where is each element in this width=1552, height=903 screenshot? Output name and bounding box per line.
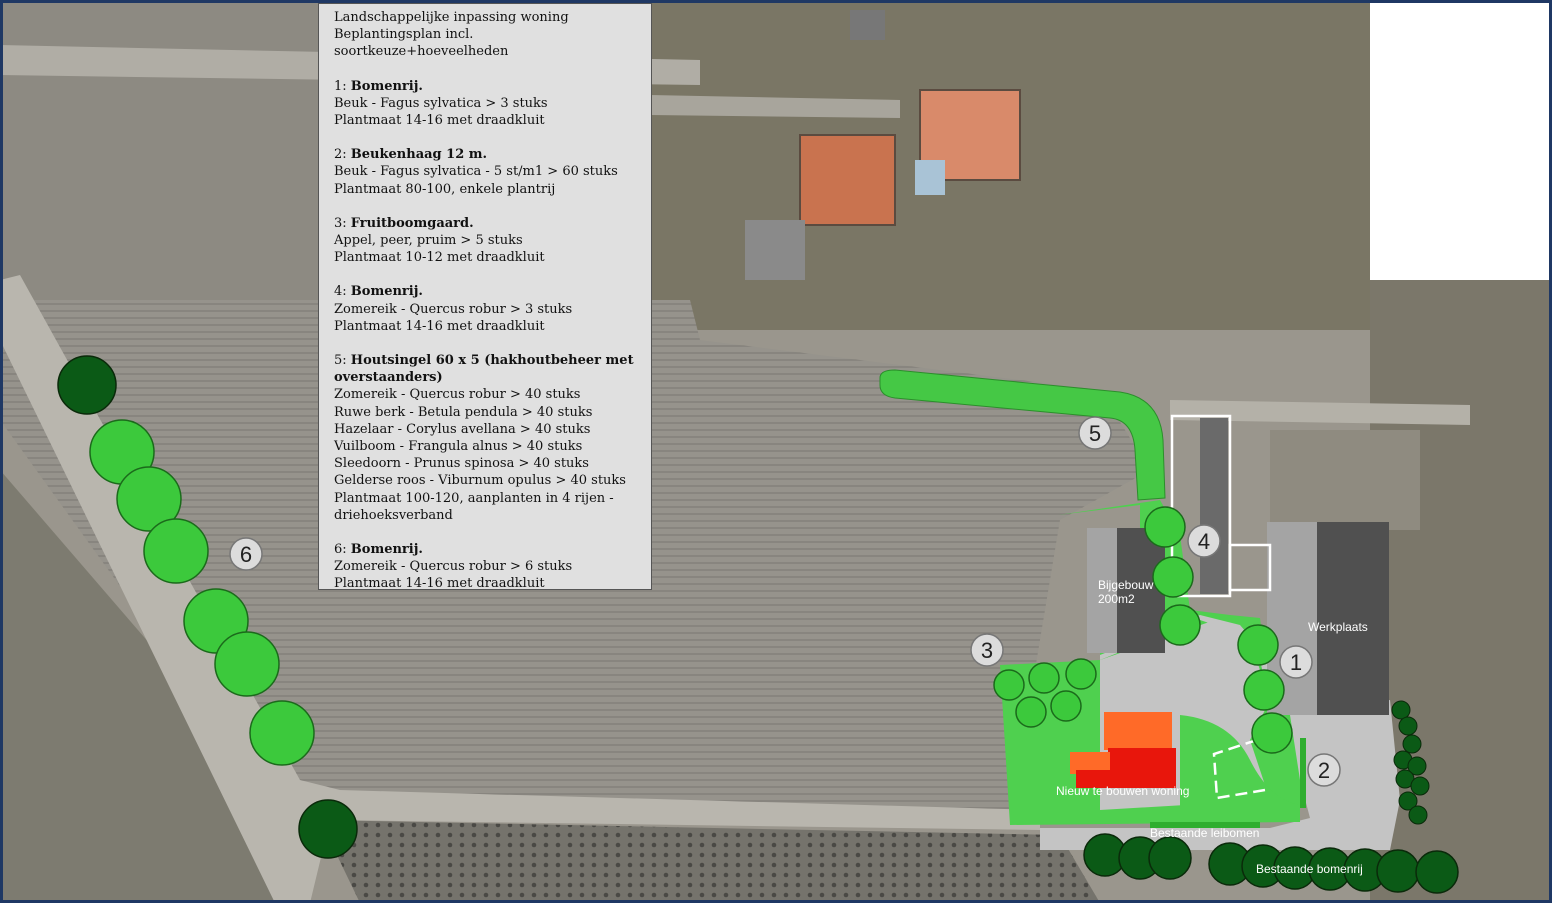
marker-2: 2 xyxy=(1307,753,1341,787)
existing-tree xyxy=(1415,850,1459,894)
existing-shrub xyxy=(1410,776,1430,796)
label-woning: Nieuw te bouwen woning xyxy=(1056,784,1189,798)
existing-shrub xyxy=(1402,734,1422,754)
legend-item-title: Bomenrij. xyxy=(350,78,423,94)
legend-item-line: Zomereik - Quercus robur > 6 stuks xyxy=(334,559,573,575)
site-map: Bijgebouw 200m2 Werkplaats Nieuw te bouw… xyxy=(0,0,1552,903)
existing-shrub xyxy=(1408,805,1428,825)
legend-item-line: Zomereik - Quercus robur > 3 stuks xyxy=(334,301,573,317)
fruit-tree xyxy=(1015,696,1047,728)
legend-item-line: Plantmaat 10-12 met draadkluit xyxy=(334,250,545,266)
legend-item-line: Plantmaat 14-16 met draadkluit xyxy=(334,576,545,592)
new-tree xyxy=(214,631,280,697)
woning-roof-a xyxy=(1104,712,1172,750)
legend-heading-line: Beplantingsplan incl. soortkeuze+hoeveel… xyxy=(334,27,509,60)
marker-4: 4 xyxy=(1187,524,1221,558)
new-tree xyxy=(1144,506,1186,548)
shed-roof xyxy=(745,220,805,280)
existing-tree xyxy=(57,355,117,415)
existing-tree xyxy=(1376,849,1420,893)
legend-item-title: Fruitboomgaard. xyxy=(350,215,474,231)
veranda xyxy=(915,160,945,195)
legend-item-number: 5: xyxy=(334,353,347,369)
new-tree xyxy=(249,700,315,766)
new-tree xyxy=(143,518,209,584)
legend-item-line: Hazelaar - Corylus avellana > 40 stuks xyxy=(334,421,591,437)
legend-heading: Landschappelijke inpassing woning Beplan… xyxy=(334,9,641,61)
legend-item-number: 6: xyxy=(334,542,347,558)
legend-item-line: Appel, peer, pruim > 5 stuks xyxy=(334,233,523,249)
legend-item-title: Bomenrij. xyxy=(350,284,423,300)
marker-3-label: 3 xyxy=(981,638,993,663)
label-werkplaats: Werkplaats xyxy=(1308,620,1368,634)
existing-tree xyxy=(1148,836,1192,880)
legend-item-line: Plantmaat 14-16 met draadkluit xyxy=(334,113,545,129)
label-leibomen: Bestaande leibomen xyxy=(1150,826,1259,840)
marker-1-label: 1 xyxy=(1290,650,1302,675)
existing-shed-roof xyxy=(1200,418,1228,594)
marker-1: 1 xyxy=(1279,645,1313,679)
legend-item-line: Vuilboom - Frangula alnus > 40 stuks xyxy=(334,439,583,455)
legend-item-number: 2: xyxy=(334,147,347,163)
marker-5: 5 xyxy=(1078,416,1112,450)
legend-item-line: Plantmaat 100-120, aanplanten in 4 rijen… xyxy=(334,490,614,523)
fruit-tree xyxy=(993,669,1025,701)
legend-item-3: 3: Fruitboomgaard. Appel, peer, pruim > … xyxy=(334,215,641,267)
marker-3: 3 xyxy=(970,633,1004,667)
legend-item-1: 1: Bomenrij. Beuk - Fagus sylvatica > 3 … xyxy=(334,78,641,130)
legend-heading-line: Landschappelijke inpassing woning xyxy=(334,10,569,25)
barn-roof xyxy=(799,134,896,226)
new-tree xyxy=(1237,624,1279,666)
fruit-tree xyxy=(1065,658,1097,690)
legend-item-line: Beuk - Fagus sylvatica > 3 stuks xyxy=(334,95,548,111)
outbuilding xyxy=(850,10,885,40)
marker-5-label: 5 xyxy=(1089,421,1101,446)
legend-item-line: Plantmaat 14-16 met draadkluit xyxy=(334,318,545,334)
legend-item-4: 4: Bomenrij. Zomereik - Quercus robur > … xyxy=(334,283,641,335)
legend-item-number: 1: xyxy=(334,78,347,94)
label-bijgebouw-area: 200m2 xyxy=(1098,592,1135,606)
marker-2-label: 2 xyxy=(1318,758,1330,783)
fruit-tree xyxy=(1050,690,1082,722)
woning-roof-b xyxy=(1108,748,1176,788)
legend-item-line: Sleedoorn - Prunus spinosa > 40 stuks xyxy=(334,456,589,472)
marker-6-label: 6 xyxy=(240,542,252,567)
beukenhaag xyxy=(1300,738,1306,808)
werkplaats-dark-side xyxy=(1317,522,1389,715)
legend-item-5: 5: Houtsingel 60 x 5 (hakhoutbeheer met … xyxy=(334,352,641,524)
legend-item-6: 6: Bomenrij. Zomereik - Quercus robur > … xyxy=(334,541,641,593)
legend-item-number: 3: xyxy=(334,215,347,231)
planting-plan: Bijgebouw 200m2 Werkplaats Nieuw te bouw… xyxy=(0,0,1552,903)
legend-item-title: Beukenhaag 12 m. xyxy=(350,147,488,163)
label-bijgebouw: Bijgebouw xyxy=(1098,578,1154,592)
legend-item-line: Zomereik - Quercus robur > 40 stuks xyxy=(334,387,581,403)
east-yard xyxy=(1270,430,1420,530)
marker-6: 6 xyxy=(229,537,263,571)
blank-inset xyxy=(1370,3,1549,280)
fruit-tree xyxy=(1028,662,1060,694)
legend-item-line: Plantmaat 80-100, enkele plantrij xyxy=(334,181,556,197)
legend-item-number: 4: xyxy=(334,284,347,300)
existing-shrub xyxy=(1391,700,1411,720)
new-tree xyxy=(1251,712,1293,754)
legend-item-2: 2: Beukenhaag 12 m. Beuk - Fagus sylvati… xyxy=(334,146,641,198)
new-tree xyxy=(1243,669,1285,711)
label-bomenrij: Bestaande bomenrij xyxy=(1256,862,1363,876)
new-tree xyxy=(1152,556,1194,598)
existing-shrub xyxy=(1398,716,1418,736)
legend-item-line: Gelderse roos - Viburnum opulus > 40 stu… xyxy=(334,473,626,489)
legend-item-title: Bomenrij. xyxy=(350,542,423,558)
legend-item-line: Ruwe berk - Betula pendula > 40 stuks xyxy=(334,404,593,420)
marker-4-label: 4 xyxy=(1198,529,1210,554)
legend-item-line: Beuk - Fagus sylvatica - 5 st/m1 > 60 st… xyxy=(334,164,618,180)
existing-tree xyxy=(298,799,358,859)
legend-item-title: Houtsingel 60 x 5 (hakhoutbeheer met ove… xyxy=(334,353,634,386)
new-tree xyxy=(1159,604,1201,646)
legend-panel: Landschappelijke inpassing woning Beplan… xyxy=(318,3,652,593)
